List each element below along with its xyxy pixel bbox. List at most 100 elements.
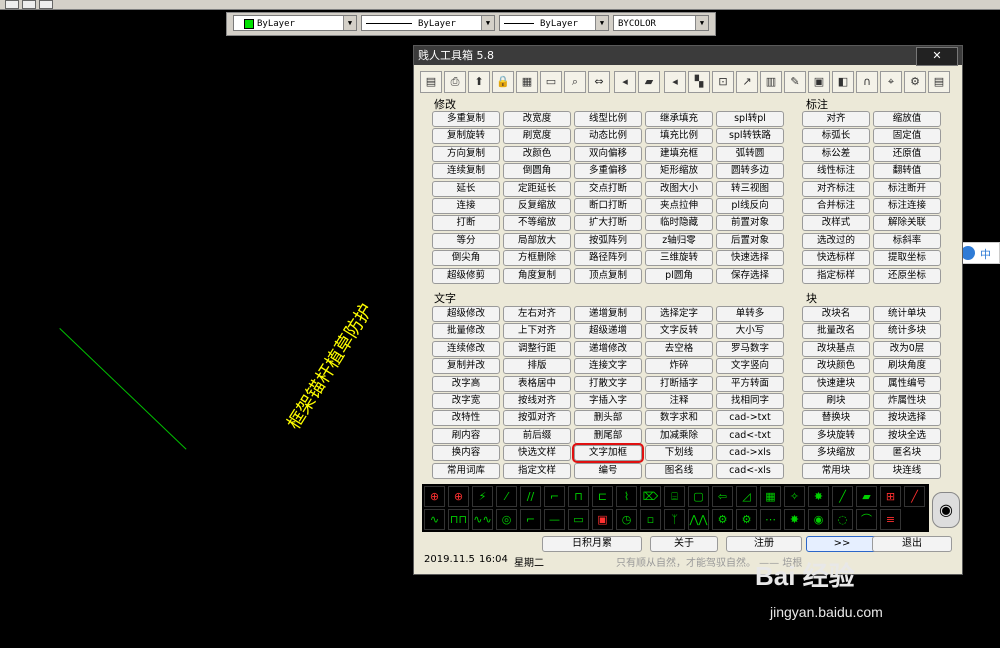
text-tool-button[interactable]: 编号 [574,462,642,479]
modify-tool-button[interactable]: 打断 [432,215,500,232]
function-icon[interactable]: ⌒ [856,509,877,530]
chevron-down-icon[interactable]: ▼ [481,16,494,30]
modify-tool-button[interactable]: 断口打断 [574,198,642,214]
function-icon[interactable]: ⋯ [760,509,781,530]
function-icon[interactable]: ⇦ [712,486,733,507]
text-tool-button[interactable]: 大小写 [716,323,784,340]
block-tool-button[interactable]: 刷块 [802,393,870,409]
toolbox-tool-icon[interactable]: ▦ [516,71,538,93]
function-icon[interactable]: ◌ [832,509,853,530]
modify-tool-button[interactable]: 动态比例 [574,128,642,145]
window-titlebar[interactable]: 贱人工具箱 5.8 ✕ [414,46,962,66]
text-tool-button[interactable]: 复制并改 [432,358,500,375]
modify-tool-button[interactable]: 延长 [432,180,500,197]
text-tool-button[interactable]: cad->txt [716,410,784,427]
text-tool-button[interactable]: 文字竖向 [716,358,784,375]
modify-tool-button[interactable]: 三维旋转 [645,250,713,267]
text-tool-button[interactable]: 打断插字 [645,375,713,392]
toolbox-tool-icon[interactable]: ⚙ [904,71,926,93]
function-icon[interactable]: ⊕ [424,486,445,507]
text-tool-button[interactable]: 文字反转 [645,323,713,340]
function-icon[interactable]: ╱ [904,486,925,507]
text-tool-button[interactable]: 文字加框 [572,443,644,464]
toolbox-tool-icon[interactable]: ↗ [736,71,758,93]
more-button[interactable]: >> [806,536,878,552]
text-tool-button[interactable]: 超级修改 [432,306,500,322]
about-button[interactable]: 关于 [650,536,718,552]
function-icon[interactable]: ∕∕ [520,486,541,507]
text-tool-button[interactable]: 连续修改 [432,340,500,357]
function-icon[interactable]: ⚙ [712,509,733,530]
chevron-down-icon[interactable]: ▼ [343,16,356,30]
text-tool-button[interactable]: 超级递增 [574,323,642,340]
ime-widget[interactable]: 中 [957,242,1000,264]
annotate-tool-button[interactable]: 标公差 [802,145,870,162]
text-tool-button[interactable]: 左右对齐 [503,306,571,322]
toolbox-tool-icon[interactable]: ⎙ [444,71,466,93]
annotate-tool-button[interactable]: 提取坐标 [873,250,941,267]
modify-tool-button[interactable]: 改图大小 [645,180,713,197]
toolbox-tool-icon[interactable]: ▚ [688,71,710,93]
block-tool-button[interactable]: 刷块角度 [873,358,941,375]
modify-tool-button[interactable]: 扩大打断 [574,215,642,232]
text-tool-button[interactable]: 刷内容 [432,427,500,444]
modify-tool-button[interactable]: 线型比例 [574,111,642,127]
modify-tool-button[interactable]: 超级修剪 [432,267,500,284]
toolbox-tool-icon[interactable]: ◧ [832,71,854,93]
modify-tool-button[interactable]: 路径阵列 [574,250,642,267]
modify-tool-button[interactable]: 局部放大 [503,232,571,249]
modify-tool-button[interactable]: 填充比例 [645,128,713,145]
toolbox-tool-icon[interactable]: ▰ [638,71,660,93]
function-icon[interactable]: ⊓ [568,486,589,507]
modify-tool-button[interactable]: 顶点复制 [574,267,642,284]
text-tool-button[interactable]: 递增复制 [574,306,642,322]
function-icon[interactable]: ▣ [592,509,613,530]
text-tool-button[interactable]: 表格居中 [503,375,571,392]
toolbox-tool-icon[interactable]: ⬆ [468,71,490,93]
function-icon[interactable]: ▫ [640,509,661,530]
modify-tool-button[interactable]: 前置对象 [716,215,784,232]
toolbox-tool-icon[interactable]: ▥ [760,71,782,93]
modify-tool-button[interactable]: 夹点拉伸 [645,198,713,214]
text-tool-button[interactable]: 改特性 [432,410,500,427]
toolbox-tool-icon[interactable]: ⌕ [564,71,586,93]
toolbox-tool-icon[interactable]: ⌖ [880,71,902,93]
modify-tool-button[interactable]: 建填充框 [645,145,713,162]
text-tool-button[interactable]: 前后缀 [503,427,571,444]
function-icon[interactable]: ✸ [784,509,805,530]
function-icon[interactable]: ⊏ [592,486,613,507]
modify-tool-button[interactable]: 方向复制 [432,145,500,162]
block-tool-button[interactable]: 改为0层 [873,340,941,357]
text-tool-button[interactable]: 按线对齐 [503,393,571,409]
annotate-tool-button[interactable]: 对齐 [802,111,870,127]
text-tool-button[interactable]: 去空格 [645,340,713,357]
function-icon[interactable]: — [544,509,565,530]
annotate-tool-button[interactable]: 快选标样 [802,250,870,267]
modify-tool-button[interactable]: 转三视图 [716,180,784,197]
toolbox-tool-icon[interactable]: ✎ [784,71,806,93]
block-tool-button[interactable]: 改块名 [802,306,870,322]
function-icon[interactable]: ▭ [568,509,589,530]
toolbar-icon[interactable] [22,0,36,9]
modify-tool-button[interactable]: 双向偏移 [574,145,642,162]
toolbox-tool-icon[interactable]: ▣ [808,71,830,93]
block-tool-button[interactable]: 统计单块 [873,306,941,322]
toolbox-tool-icon[interactable]: ▭ [540,71,562,93]
text-tool-button[interactable]: 单转多 [716,306,784,322]
function-icon[interactable]: ⌸ [664,486,685,507]
annotate-tool-button[interactable]: 固定值 [873,128,941,145]
exit-button[interactable]: 退出 [872,536,952,552]
annotate-tool-button[interactable]: 对齐标注 [802,180,870,197]
function-icon[interactable]: ⌐ [544,486,565,507]
text-tool-button[interactable]: 打散文字 [574,375,642,392]
modify-tool-button[interactable]: 等分 [432,232,500,249]
function-icon[interactable]: ✸ [808,486,829,507]
text-tool-button[interactable]: 数字求和 [645,410,713,427]
toolbox-tool-icon[interactable]: ▤ [420,71,442,93]
modify-tool-button[interactable]: 定距延长 [503,180,571,197]
modify-tool-button[interactable]: spl转铁路 [716,128,784,145]
toolbox-tool-icon[interactable]: ◂ [664,71,686,93]
function-icon[interactable]: ᛉ [664,509,685,530]
toolbar-icon[interactable] [39,0,53,9]
annotate-tool-button[interactable]: 标弧长 [802,128,870,145]
